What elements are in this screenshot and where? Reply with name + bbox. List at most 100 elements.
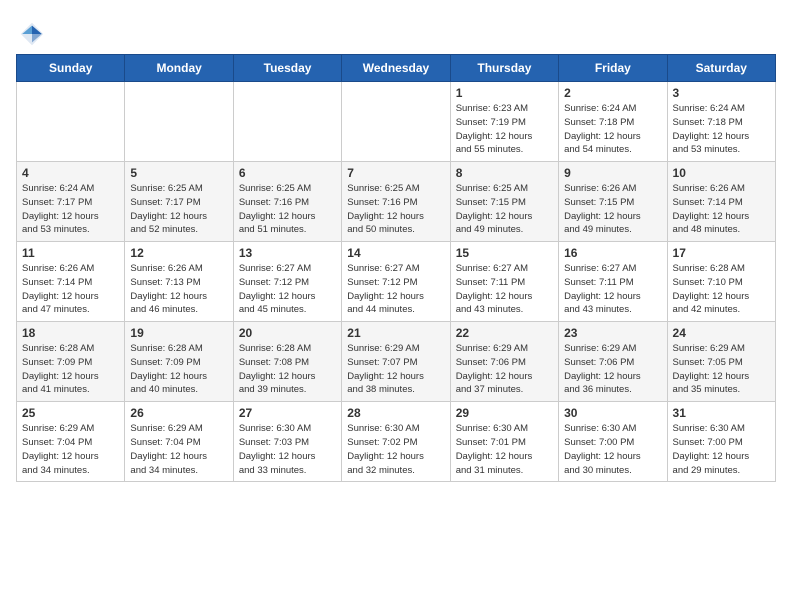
day-number: 2: [564, 86, 661, 100]
day-number: 30: [564, 406, 661, 420]
day-info: Sunrise: 6:29 AMSunset: 7:05 PMDaylight:…: [673, 342, 770, 397]
calendar-cell: 27 Sunrise: 6:30 AMSunset: 7:03 PMDayligh…: [233, 402, 341, 482]
calendar-cell: 3 Sunrise: 6:24 AMSunset: 7:18 PMDaylight…: [667, 82, 775, 162]
day-number: 31: [673, 406, 770, 420]
calendar-cell: 22 Sunrise: 6:29 AMSunset: 7:06 PMDayligh…: [450, 322, 558, 402]
day-number: 3: [673, 86, 770, 100]
day-info: Sunrise: 6:27 AMSunset: 7:12 PMDaylight:…: [347, 262, 444, 317]
calendar-cell: 10 Sunrise: 6:26 AMSunset: 7:14 PMDayligh…: [667, 162, 775, 242]
day-number: 21: [347, 326, 444, 340]
calendar-cell: 29 Sunrise: 6:30 AMSunset: 7:01 PMDayligh…: [450, 402, 558, 482]
day-header-friday: Friday: [559, 55, 667, 82]
day-info: Sunrise: 6:23 AMSunset: 7:19 PMDaylight:…: [456, 102, 553, 157]
day-info: Sunrise: 6:28 AMSunset: 7:08 PMDaylight:…: [239, 342, 336, 397]
calendar-cell: 31 Sunrise: 6:30 AMSunset: 7:00 PMDayligh…: [667, 402, 775, 482]
calendar-cell: 2Sunrise: 6:24 AMSunset: 7:18 PMDaylight…: [559, 82, 667, 162]
day-number: 4: [22, 166, 119, 180]
calendar-cell: 25 Sunrise: 6:29 AMSunset: 7:04 PMDayligh…: [17, 402, 125, 482]
day-number: 14: [347, 246, 444, 260]
day-number: 7: [347, 166, 444, 180]
day-info: Sunrise: 6:30 AMSunset: 7:00 PMDaylight:…: [564, 422, 661, 477]
calendar-cell: [17, 82, 125, 162]
calendar-cell: 21Sunrise: 6:29 AMSunset: 7:07 PMDayligh…: [342, 322, 450, 402]
week-row-5: 25 Sunrise: 6:29 AMSunset: 7:04 PMDayligh…: [17, 402, 776, 482]
calendar-cell: 24 Sunrise: 6:29 AMSunset: 7:05 PMDayligh…: [667, 322, 775, 402]
day-number: 29: [456, 406, 553, 420]
day-info: Sunrise: 6:29 AMSunset: 7:04 PMDaylight:…: [22, 422, 119, 477]
day-info: Sunrise: 6:25 AMSunset: 7:16 PMDaylight:…: [347, 182, 444, 237]
day-info: Sunrise: 6:26 AMSunset: 7:13 PMDaylight:…: [130, 262, 227, 317]
day-info: Sunrise: 6:25 AMSunset: 7:17 PMDaylight:…: [130, 182, 227, 237]
calendar-cell: 13 Sunrise: 6:27 AMSunset: 7:12 PMDayligh…: [233, 242, 341, 322]
calendar-cell: 9 Sunrise: 6:26 AMSunset: 7:15 PMDaylight…: [559, 162, 667, 242]
header-row-days: SundayMondayTuesdayWednesdayThursdayFrid…: [17, 55, 776, 82]
day-number: 25: [22, 406, 119, 420]
calendar-cell: 18Sunrise: 6:28 AMSunset: 7:09 PMDayligh…: [17, 322, 125, 402]
day-info: Sunrise: 6:30 AMSunset: 7:02 PMDaylight:…: [347, 422, 444, 477]
day-info: Sunrise: 6:30 AMSunset: 7:03 PMDaylight:…: [239, 422, 336, 477]
calendar-cell: 23 Sunrise: 6:29 AMSunset: 7:06 PMDayligh…: [559, 322, 667, 402]
day-info: Sunrise: 6:29 AMSunset: 7:04 PMDaylight:…: [130, 422, 227, 477]
day-info: Sunrise: 6:26 AMSunset: 7:15 PMDaylight:…: [564, 182, 661, 237]
calendar-cell: 4 Sunrise: 6:24 AMSunset: 7:17 PMDaylight…: [17, 162, 125, 242]
day-number: 24: [673, 326, 770, 340]
logo-icon: [18, 20, 46, 48]
calendar-table: SundayMondayTuesdayWednesdayThursdayFrid…: [16, 54, 776, 482]
day-info: Sunrise: 6:29 AMSunset: 7:06 PMDaylight:…: [564, 342, 661, 397]
day-number: 12: [130, 246, 227, 260]
day-info: Sunrise: 6:27 AMSunset: 7:12 PMDaylight:…: [239, 262, 336, 317]
day-info: Sunrise: 6:25 AMSunset: 7:16 PMDaylight:…: [239, 182, 336, 237]
calendar-cell: 16Sunrise: 6:27 AMSunset: 7:11 PMDayligh…: [559, 242, 667, 322]
day-info: Sunrise: 6:28 AMSunset: 7:09 PMDaylight:…: [130, 342, 227, 397]
week-row-2: 4 Sunrise: 6:24 AMSunset: 7:17 PMDaylight…: [17, 162, 776, 242]
day-info: Sunrise: 6:28 AMSunset: 7:09 PMDaylight:…: [22, 342, 119, 397]
day-header-thursday: Thursday: [450, 55, 558, 82]
week-row-3: 11 Sunrise: 6:26 AMSunset: 7:14 PMDayligh…: [17, 242, 776, 322]
calendar-cell: 11 Sunrise: 6:26 AMSunset: 7:14 PMDayligh…: [17, 242, 125, 322]
calendar-cell: 17Sunrise: 6:28 AMSunset: 7:10 PMDayligh…: [667, 242, 775, 322]
week-row-4: 18Sunrise: 6:28 AMSunset: 7:09 PMDayligh…: [17, 322, 776, 402]
calendar-cell: 7 Sunrise: 6:25 AMSunset: 7:16 PMDaylight…: [342, 162, 450, 242]
day-number: 22: [456, 326, 553, 340]
day-number: 23: [564, 326, 661, 340]
day-header-saturday: Saturday: [667, 55, 775, 82]
calendar-cell: 28Sunrise: 6:30 AMSunset: 7:02 PMDayligh…: [342, 402, 450, 482]
day-info: Sunrise: 6:26 AMSunset: 7:14 PMDaylight:…: [673, 182, 770, 237]
header-row: [16, 16, 776, 48]
day-number: 11: [22, 246, 119, 260]
calendar-cell: 5 Sunrise: 6:25 AMSunset: 7:17 PMDaylight…: [125, 162, 233, 242]
calendar-cell: [125, 82, 233, 162]
calendar-cell: [342, 82, 450, 162]
day-number: 9: [564, 166, 661, 180]
day-number: 6: [239, 166, 336, 180]
day-number: 5: [130, 166, 227, 180]
calendar-cell: 26Sunrise: 6:29 AMSunset: 7:04 PMDayligh…: [125, 402, 233, 482]
day-info: Sunrise: 6:30 AMSunset: 7:01 PMDaylight:…: [456, 422, 553, 477]
calendar-cell: 19 Sunrise: 6:28 AMSunset: 7:09 PMDayligh…: [125, 322, 233, 402]
day-info: Sunrise: 6:26 AMSunset: 7:14 PMDaylight:…: [22, 262, 119, 317]
day-number: 19: [130, 326, 227, 340]
day-number: 13: [239, 246, 336, 260]
calendar-container: SundayMondayTuesdayWednesdayThursdayFrid…: [0, 0, 792, 492]
day-info: Sunrise: 6:29 AMSunset: 7:06 PMDaylight:…: [456, 342, 553, 397]
day-number: 27: [239, 406, 336, 420]
week-row-1: 1Sunrise: 6:23 AMSunset: 7:19 PMDaylight…: [17, 82, 776, 162]
calendar-cell: 8 Sunrise: 6:25 AMSunset: 7:15 PMDaylight…: [450, 162, 558, 242]
logo: [16, 20, 48, 48]
day-info: Sunrise: 6:25 AMSunset: 7:15 PMDaylight:…: [456, 182, 553, 237]
day-number: 10: [673, 166, 770, 180]
calendar-cell: 20Sunrise: 6:28 AMSunset: 7:08 PMDayligh…: [233, 322, 341, 402]
calendar-cell: 1Sunrise: 6:23 AMSunset: 7:19 PMDaylight…: [450, 82, 558, 162]
day-number: 8: [456, 166, 553, 180]
day-header-monday: Monday: [125, 55, 233, 82]
day-number: 16: [564, 246, 661, 260]
day-header-tuesday: Tuesday: [233, 55, 341, 82]
day-header-wednesday: Wednesday: [342, 55, 450, 82]
day-number: 17: [673, 246, 770, 260]
day-number: 15: [456, 246, 553, 260]
day-info: Sunrise: 6:24 AMSunset: 7:17 PMDaylight:…: [22, 182, 119, 237]
calendar-cell: [233, 82, 341, 162]
day-info: Sunrise: 6:30 AMSunset: 7:00 PMDaylight:…: [673, 422, 770, 477]
day-info: Sunrise: 6:24 AMSunset: 7:18 PMDaylight:…: [673, 102, 770, 157]
calendar-cell: 15Sunrise: 6:27 AMSunset: 7:11 PMDayligh…: [450, 242, 558, 322]
